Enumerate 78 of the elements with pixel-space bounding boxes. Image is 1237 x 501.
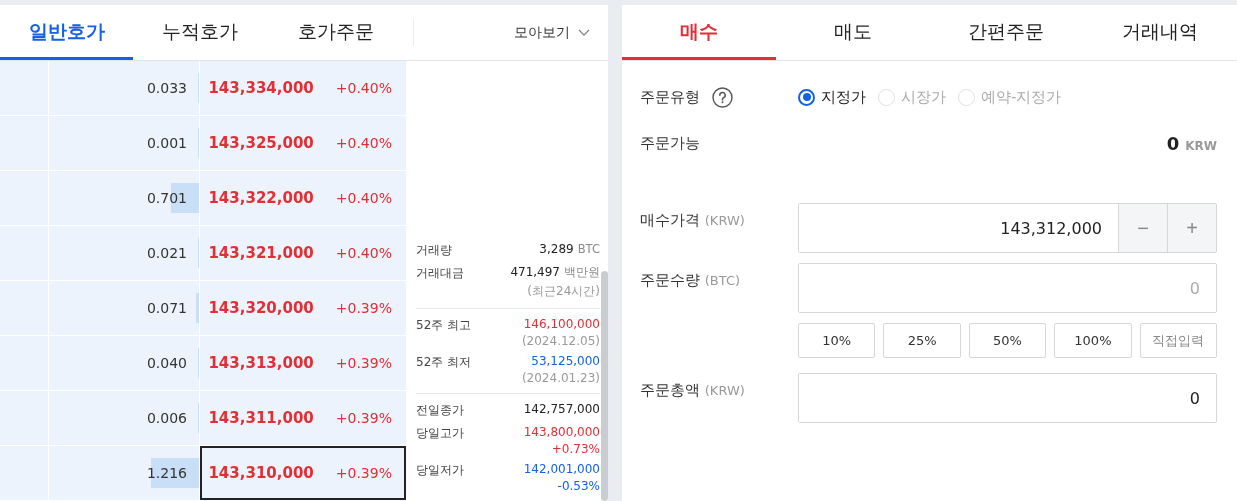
price-cell[interactable]: 143,321,000 +0.40% bbox=[200, 226, 406, 280]
field-label: 주문총액 (KRW) bbox=[640, 380, 746, 400]
price-text: 143,334,000 bbox=[208, 79, 314, 97]
quantity-text: 0.001 bbox=[146, 135, 187, 151]
change-text: +0.39% bbox=[335, 300, 392, 316]
chevron-down-icon bbox=[578, 28, 590, 37]
quantity-field[interactable]: 0 bbox=[798, 263, 1217, 313]
change-text: +0.40% bbox=[335, 245, 392, 261]
change-text: +0.40% bbox=[335, 190, 392, 206]
order-type-radio[interactable]: 지정가 bbox=[798, 87, 866, 107]
price-cell[interactable]: 143,325,000 +0.40% bbox=[200, 116, 406, 170]
price-cell[interactable]: 143,311,000 +0.39% bbox=[200, 391, 406, 445]
total-field[interactable]: 0 bbox=[798, 373, 1217, 423]
stat-value: 142,001,000 bbox=[523, 462, 600, 476]
field-label: 주문가능 bbox=[640, 133, 701, 153]
price-cell[interactable]: 143,320,000 +0.39% bbox=[200, 281, 406, 335]
price-text: 143,320,000 bbox=[208, 299, 314, 317]
quantity-text: 0.006 bbox=[146, 410, 187, 426]
percent-button[interactable]: 50% bbox=[968, 323, 1047, 358]
percent-button[interactable]: 100% bbox=[1054, 323, 1132, 358]
quantity-text: 0.033 bbox=[146, 80, 187, 96]
price-cell[interactable]: 143,322,000 +0.40% bbox=[200, 171, 406, 225]
stat-subvalue: (2024.12.05) bbox=[521, 334, 600, 348]
stat-label: 52주 최저 bbox=[416, 354, 472, 371]
quantity-text: 1.216 bbox=[146, 465, 187, 481]
quantity-text: 0.071 bbox=[146, 300, 187, 316]
stat-label: 52주 최고 bbox=[416, 317, 472, 334]
stat-label: 당일저가 bbox=[416, 462, 464, 479]
orderbook-tab[interactable]: 누적호가 bbox=[133, 5, 266, 60]
price-text: 143,313,000 bbox=[208, 354, 314, 372]
stat-value: 143,800,000 bbox=[523, 425, 600, 439]
order-tab[interactable]: 매도 bbox=[775, 5, 930, 60]
field-label: 주문수량 (BTC) bbox=[640, 270, 742, 290]
price-text: 143,322,000 bbox=[208, 189, 314, 207]
price-text: 143,325,000 bbox=[208, 134, 314, 152]
stat-subvalue: (2024.01.23) bbox=[521, 371, 600, 385]
stat-label: 전일종가 bbox=[416, 402, 464, 419]
stat-subvalue: +0.73% bbox=[551, 442, 600, 456]
change-text: +0.39% bbox=[335, 355, 392, 371]
scrollbar[interactable] bbox=[601, 271, 608, 501]
available-amount: 0 KRW bbox=[1166, 132, 1217, 154]
orderbook-tab[interactable]: 호가주문 bbox=[266, 5, 406, 60]
stat-subvalue: (최근24시간) bbox=[527, 283, 600, 300]
change-text: +0.40% bbox=[335, 135, 392, 151]
field-label: 매수가격 (KRW) bbox=[640, 210, 746, 230]
stat-value: 3,289 BTC bbox=[539, 242, 600, 256]
price-text: 143,311,000 bbox=[208, 409, 314, 427]
stat-subvalue: -0.53% bbox=[557, 479, 600, 493]
price-text: 143,321,000 bbox=[208, 244, 314, 262]
plus-button[interactable]: + bbox=[1167, 204, 1216, 252]
stat-label: 당일고가 bbox=[416, 425, 464, 442]
quantity-text: 0.701 bbox=[146, 190, 187, 206]
minus-button[interactable]: − bbox=[1118, 204, 1167, 252]
price-cell[interactable]: 143,313,000 +0.39% bbox=[200, 336, 406, 390]
stat-value: 142,757,000 bbox=[523, 402, 600, 416]
order-tab[interactable]: 간편주문 bbox=[929, 5, 1084, 60]
price-field[interactable]: 143,312,000 − + bbox=[798, 203, 1217, 253]
stat-value: 53,125,000 bbox=[531, 354, 600, 368]
help-icon[interactable] bbox=[712, 86, 733, 108]
percent-button[interactable]: 10% bbox=[798, 323, 876, 358]
percent-button[interactable]: 25% bbox=[883, 323, 961, 358]
quantity-text: 0.040 bbox=[146, 355, 187, 371]
order-tab[interactable]: 매수 bbox=[622, 5, 776, 60]
price-cell[interactable]: 143,334,000 +0.40% bbox=[200, 61, 406, 115]
stat-label: 거래량 bbox=[416, 242, 452, 259]
view-dropdown[interactable]: 모아보기 bbox=[413, 19, 608, 46]
stat-value: 146,100,000 bbox=[523, 317, 600, 331]
field-label: 주문유형 bbox=[640, 87, 700, 107]
stat-label: 거래대금 bbox=[416, 265, 464, 282]
change-text: +0.40% bbox=[335, 80, 392, 96]
price-text: 143,310,000 bbox=[208, 464, 314, 482]
quantity-text: 0.021 bbox=[146, 245, 187, 261]
manual-input-button[interactable]: 직접입력 bbox=[1139, 323, 1218, 358]
change-text: +0.39% bbox=[335, 410, 392, 426]
change-text: +0.39% bbox=[335, 465, 392, 481]
price-cell[interactable]: 143,310,000 +0.39% bbox=[200, 446, 406, 500]
order-tab[interactable]: 거래내역 bbox=[1083, 5, 1237, 60]
stat-value: 471,497 백만원 bbox=[510, 265, 600, 280]
